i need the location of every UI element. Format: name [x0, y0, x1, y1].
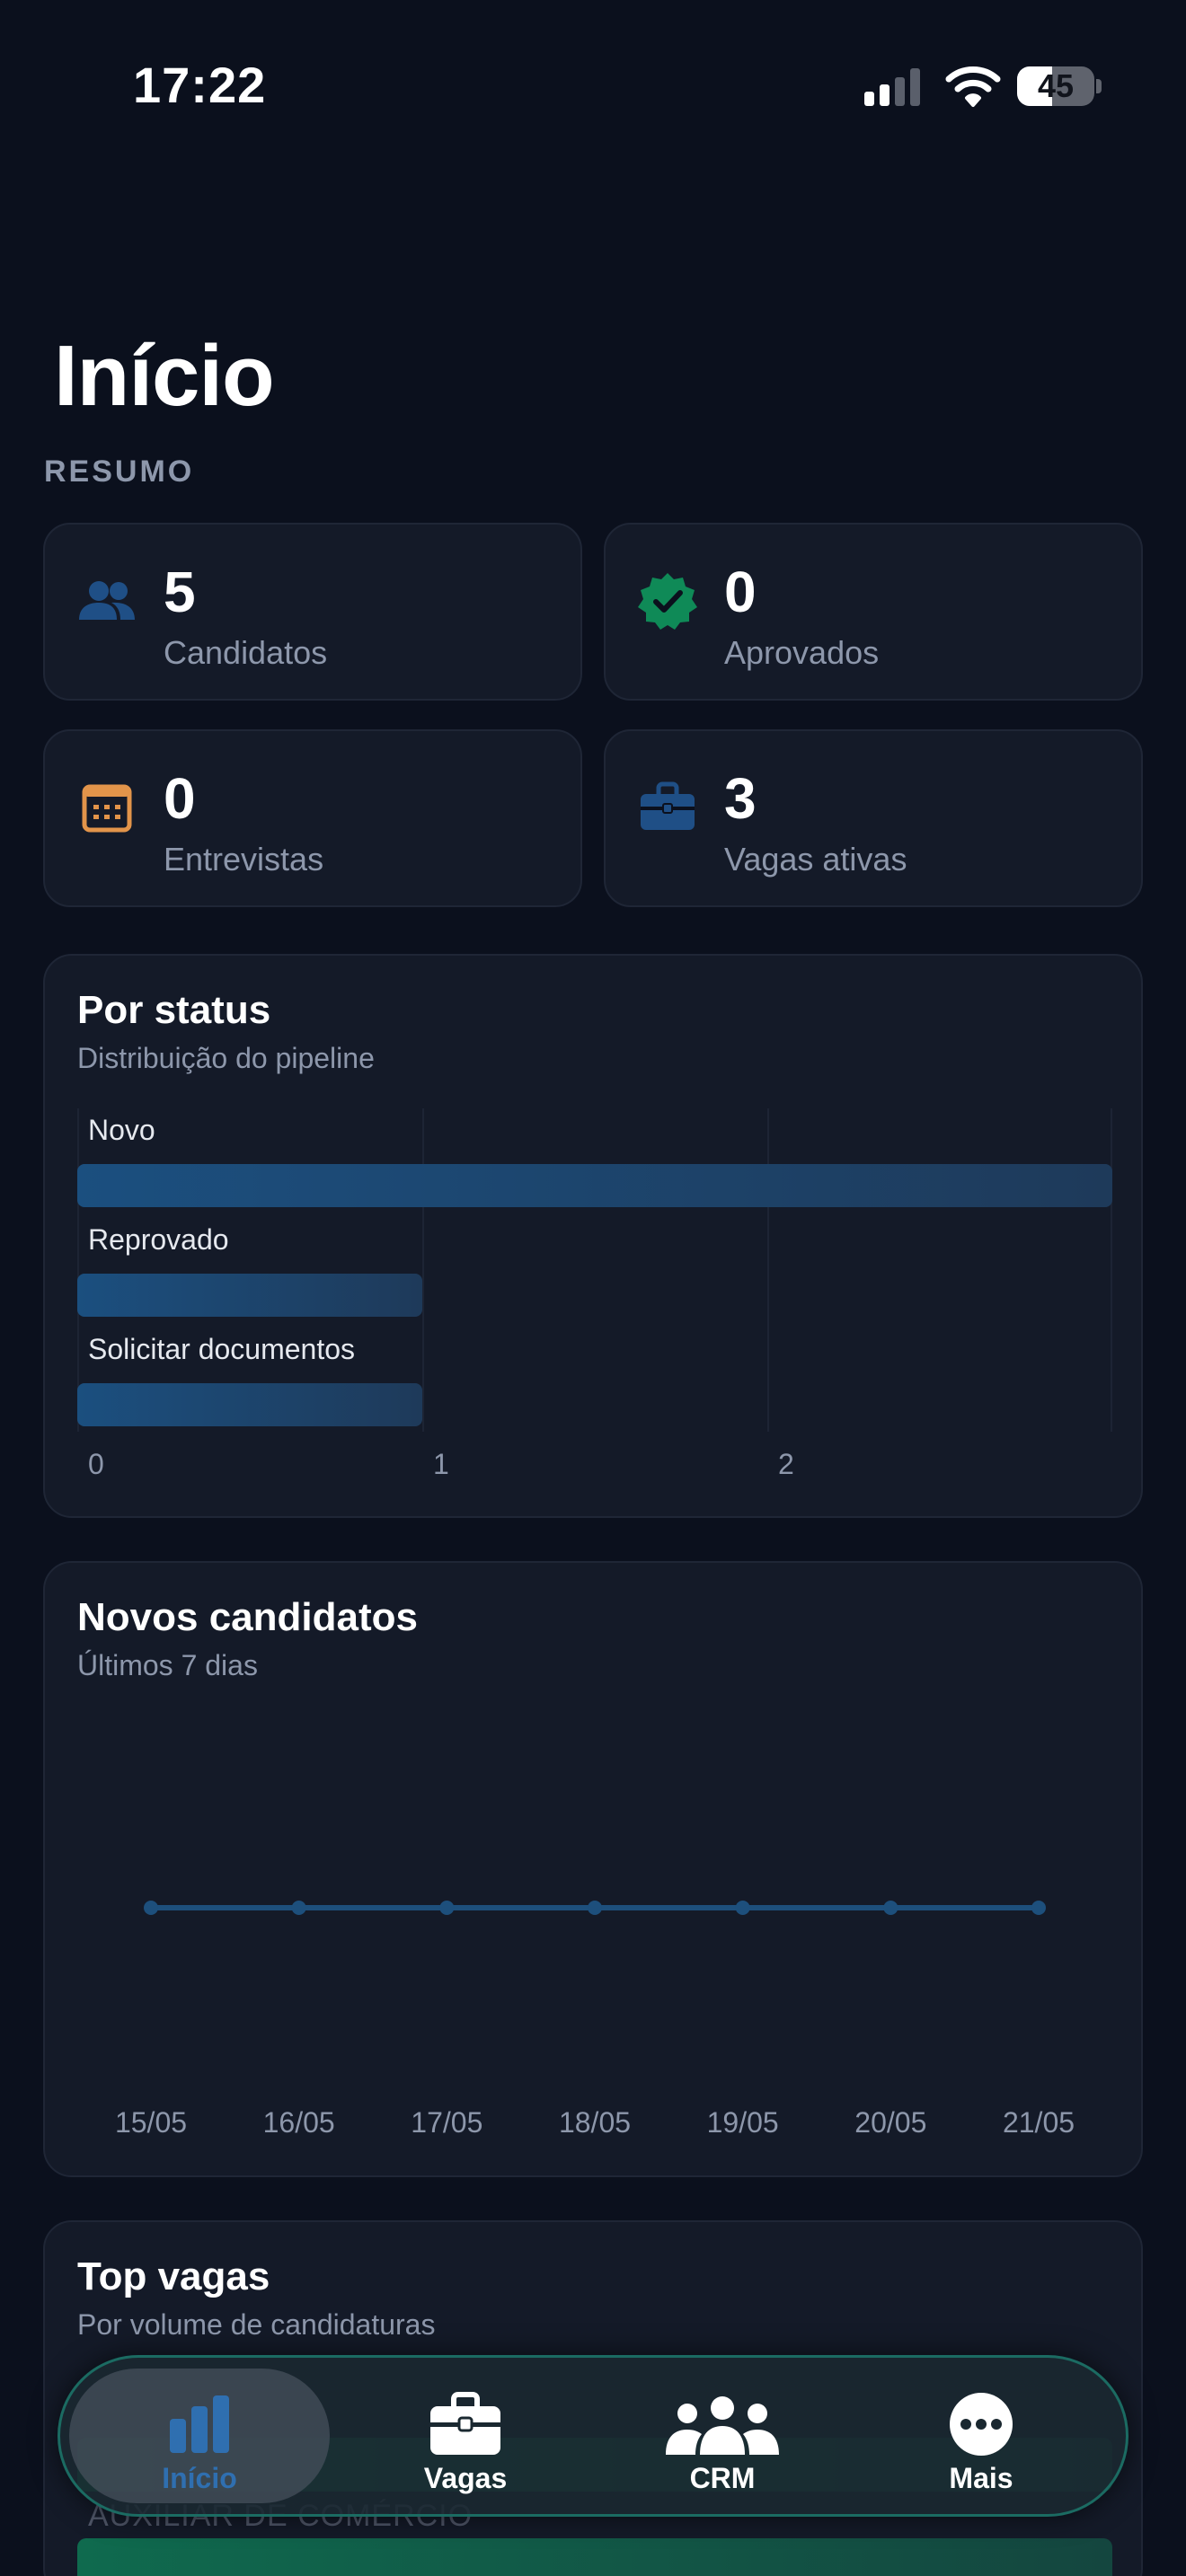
bar-label: Solicitar documentos: [88, 1333, 356, 1365]
tab-mais[interactable]: Mais: [851, 2369, 1111, 2503]
status-chart-panel: Por status Distribuição do pipeline Novo…: [43, 954, 1143, 1518]
more-icon: [950, 2393, 1013, 2456]
panel-subtitle: Por volume de candidaturas: [77, 2308, 436, 2341]
x-tick-label: 2: [778, 1448, 794, 1480]
status-bar[interactable]: [77, 1164, 1112, 1207]
panel-subtitle: Distribuição do pipeline: [77, 1042, 375, 1074]
chart-gridline: [1111, 1108, 1112, 1432]
stat-label: Entrevistas: [164, 841, 324, 878]
x-tick-label: 20/05: [854, 2106, 926, 2139]
x-tick-label: 1: [433, 1448, 449, 1480]
stat-label: Aprovados: [724, 634, 880, 671]
data-point[interactable]: [735, 1901, 750, 1915]
top-job-bar: [77, 2538, 1112, 2576]
data-point[interactable]: [144, 1901, 158, 1915]
bar-label: Novo: [88, 1114, 155, 1146]
data-point[interactable]: [1031, 1901, 1046, 1915]
stat-card-candidates[interactable]: 5 Candidatos: [43, 523, 582, 701]
panel-title: Novos candidatos: [77, 1595, 418, 1639]
status-bar: 17:22 45: [0, 0, 1186, 171]
wifi-icon: [945, 66, 1001, 107]
tab-label: CRM: [689, 2462, 756, 2494]
data-point[interactable]: [588, 1901, 602, 1915]
new-candidates-panel: 15/05 16/05 17/05 18/05 19/05 20/05 21/05 Novo…: [43, 1561, 1143, 2177]
chart-gridline: [767, 1108, 769, 1432]
stat-value: 0: [724, 560, 757, 624]
stat-card-active-jobs[interactable]: 3 Vagas ativas: [604, 729, 1143, 907]
x-tick-label: 19/05: [707, 2106, 779, 2139]
data-point[interactable]: [291, 1901, 306, 1915]
verified-badge-icon: [638, 573, 697, 630]
status-bar[interactable]: [77, 1383, 422, 1426]
stat-value: 0: [164, 766, 196, 831]
status-bar[interactable]: [77, 1274, 422, 1317]
battery-icon: 45: [1017, 66, 1102, 106]
x-tick-label: 0: [88, 1448, 104, 1480]
stat-label: Candidatos: [164, 634, 328, 671]
x-tick-label: 15/05: [115, 2106, 187, 2139]
tab-inicio[interactable]: Início: [69, 2369, 330, 2503]
chart-gridline: [77, 1108, 79, 1432]
tab-crm[interactable]: CRM: [592, 2369, 853, 2503]
battery-percent: 45: [1037, 67, 1075, 104]
stat-value: 3: [724, 766, 757, 831]
tab-label: Vagas: [423, 2462, 508, 2494]
briefcase-icon: [641, 781, 695, 830]
tab-label: Mais: [949, 2462, 1013, 2494]
x-tick-label: 17/05: [411, 2106, 482, 2139]
data-point[interactable]: [883, 1901, 898, 1915]
group-icon: [666, 2396, 779, 2455]
stat-value: 5: [164, 560, 196, 624]
bar-label: Reprovado: [88, 1223, 229, 1256]
home-screen: 17:22 45 Início RESUMO 5 Candidatos 0 Ap…: [0, 0, 1186, 2576]
briefcase-icon: [430, 2392, 500, 2455]
users-icon: [79, 581, 135, 620]
tab-label: Início: [162, 2462, 237, 2494]
x-tick-label: 18/05: [559, 2106, 631, 2139]
panel-subtitle: Últimos 7 dias: [77, 1649, 258, 1681]
stat-card-approved[interactable]: 0 Aprovados: [604, 523, 1143, 701]
cellular-signal-icon: [864, 66, 924, 106]
section-label: RESUMO: [44, 454, 195, 489]
chart-gridline: [422, 1108, 424, 1432]
tab-vagas[interactable]: Vagas: [335, 2369, 596, 2503]
tab-bar: Início Vagas CRM Mais: [58, 2355, 1128, 2517]
stat-card-interviews[interactable]: 0 Entrevistas: [43, 729, 582, 907]
bar-chart-icon: [170, 2395, 229, 2453]
status-bar-chart: Novo Reprovado Solicitar documentos 0 1 2: [77, 1108, 1112, 1480]
page-title: Início: [54, 328, 275, 424]
data-point[interactable]: [439, 1901, 455, 1915]
status-time: 17:22: [133, 57, 267, 113]
panel-title: Por status: [77, 988, 271, 1032]
x-tick-label: 21/05: [1003, 2106, 1075, 2139]
panel-title: Top vagas: [77, 2254, 270, 2298]
x-tick-label: 16/05: [263, 2106, 335, 2139]
calendar-icon: [82, 784, 132, 833]
stat-label: Vagas ativas: [724, 841, 907, 878]
